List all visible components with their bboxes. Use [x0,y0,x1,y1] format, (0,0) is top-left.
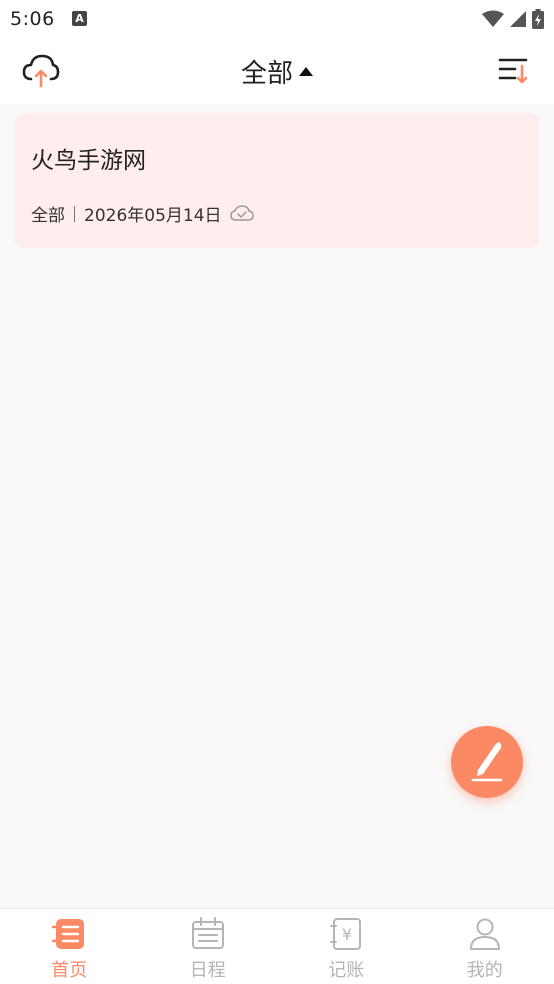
app-header: 全部 [0,38,554,104]
nav-ledger[interactable]: ¥ 记账 [277,909,416,984]
nav-label-home: 首页 [51,960,88,981]
status-bar: 5:06 A [0,0,554,38]
bottom-nav: 首页 日程 ¥ 记账 我的 [0,908,554,984]
cloud-check-icon [229,204,254,221]
screen: 5:06 A 全部 火鸟手游网 全部 2026年05月14日 首页 日程 ¥ 记… [0,0,554,984]
svg-text:¥: ¥ [342,925,352,944]
ledger-icon: ¥ [330,918,362,950]
status-icons [481,8,544,30]
new-note-button[interactable] [451,726,523,798]
status-time: 5:06 [10,8,55,30]
page-title: 全部 [240,59,293,89]
sort-icon [498,58,528,84]
battery-icon [532,8,544,29]
nav-home[interactable]: 首页 [0,909,139,984]
note-title: 火鸟手游网 [31,148,146,174]
note-card[interactable]: 火鸟手游网 全部 2026年05月14日 [15,113,539,248]
note-meta: 全部 2026年05月14日 [31,201,254,226]
notes-icon [52,919,85,949]
meta-divider [74,205,75,222]
note-date: 2026年05月14日 [84,206,222,226]
calendar-icon [191,917,224,949]
sort-button[interactable] [498,54,530,86]
caret-up-icon [299,67,313,76]
nav-label-schedule: 日程 [189,960,226,981]
profile-icon [469,918,500,950]
signal-icon [509,10,526,27]
nav-profile[interactable]: 我的 [416,909,554,984]
nav-schedule[interactable]: 日程 [139,909,278,984]
pen-icon [471,742,503,782]
wifi-icon [481,10,504,27]
nav-label-ledger: 记账 [328,960,365,981]
category-selector[interactable]: 全部 [0,53,554,90]
nav-label-profile: 我的 [466,960,503,981]
note-category: 全部 [31,206,65,226]
notification-icon: A [72,11,87,26]
